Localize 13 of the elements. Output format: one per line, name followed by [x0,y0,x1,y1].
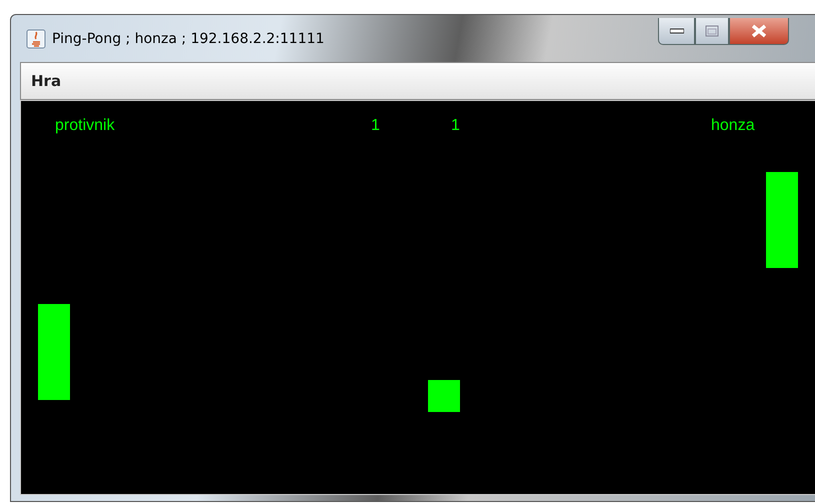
app-icon [26,28,46,48]
menu-item[interactable]: Hra [31,72,62,90]
score: 1 [371,117,380,135]
close-icon [751,24,767,38]
player-name: honza [711,117,755,135]
window-title: Ping-Pong ; honza ; 192.168.2.2:11111 [52,30,324,46]
maximize-button[interactable] [695,18,729,45]
score: 1 [451,117,460,135]
maximize-icon [705,25,719,37]
close-button[interactable] [729,18,789,45]
minimize-button[interactable] [658,18,695,45]
player-name: protivnik [55,117,115,135]
minimize-icon [670,28,684,34]
